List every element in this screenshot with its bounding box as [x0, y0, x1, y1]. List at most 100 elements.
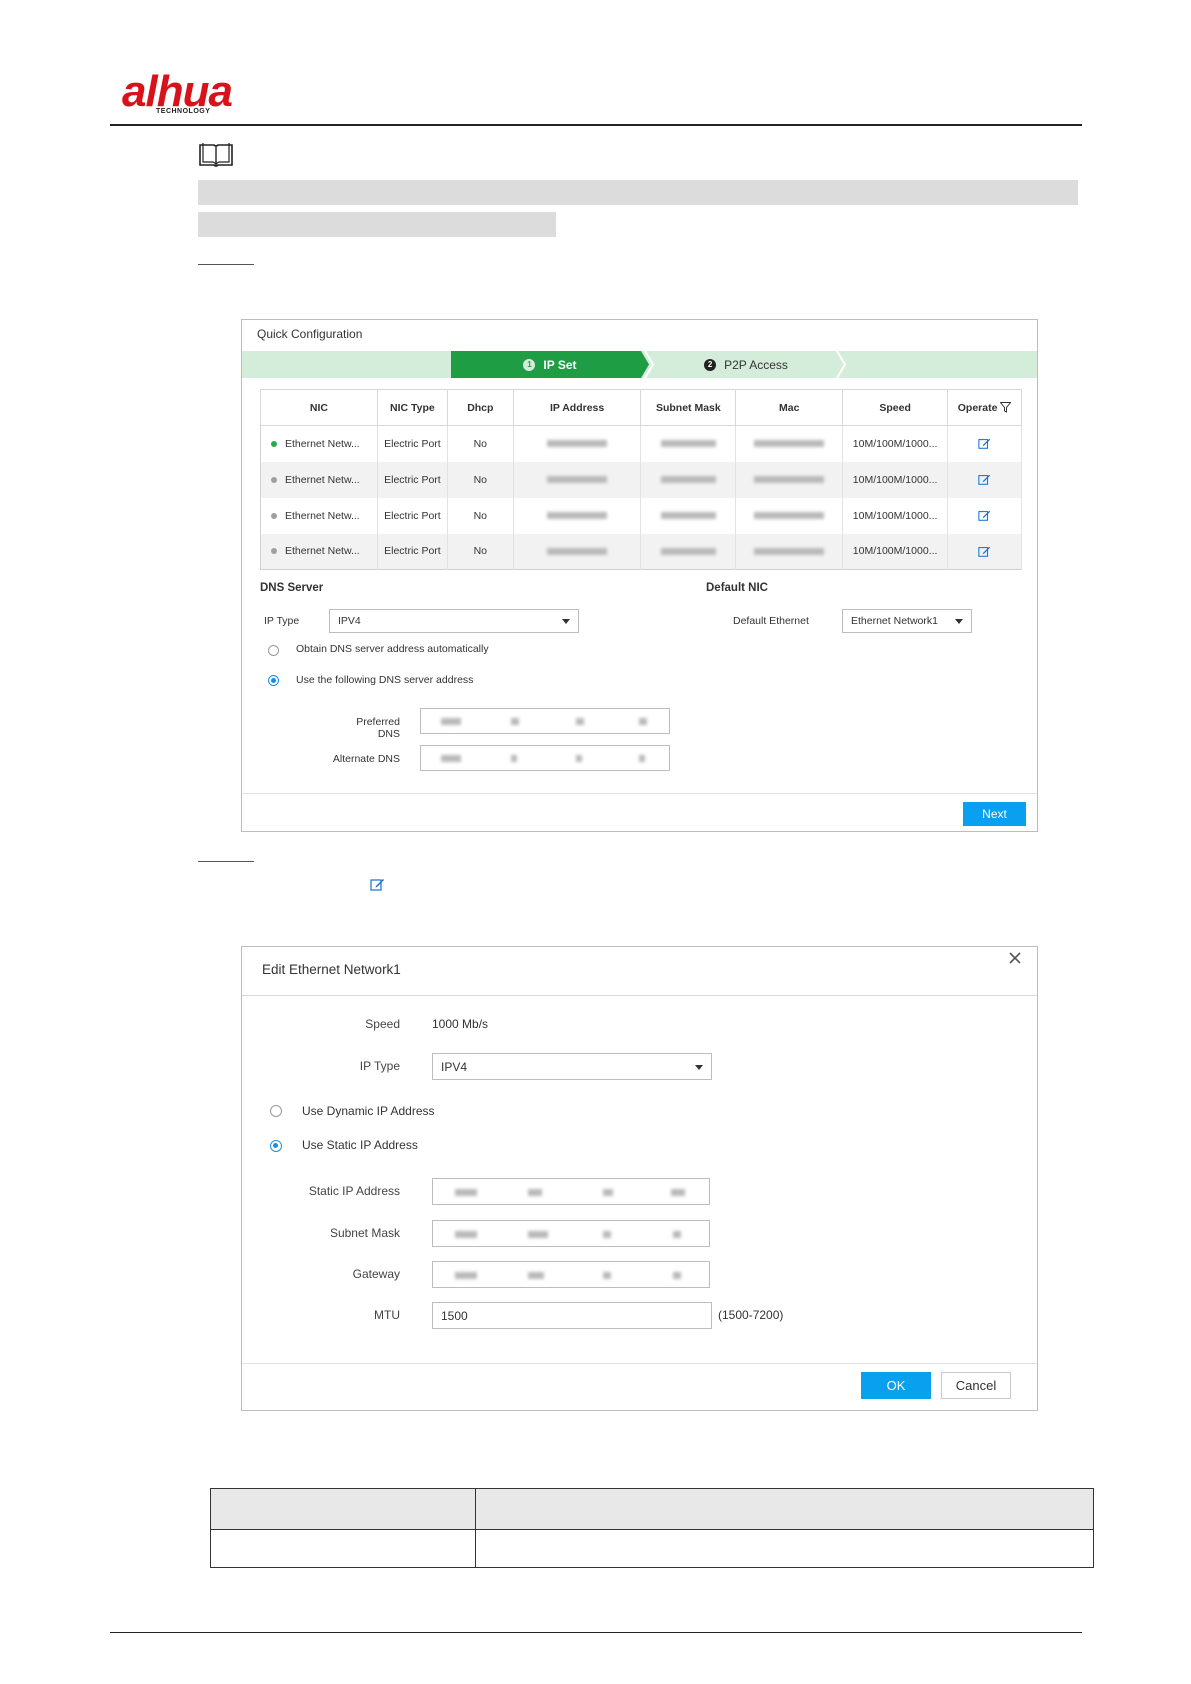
gateway-input[interactable] [432, 1261, 710, 1288]
redacted-value [511, 755, 517, 762]
edit-ethernet-dialog: Edit Ethernet Network1 Speed 1000 Mb/s I… [241, 946, 1038, 1411]
mac-cell [735, 497, 844, 534]
mac-cell [735, 425, 844, 462]
dynamic-ip-label[interactable]: Use Dynamic IP Address [302, 1104, 435, 1118]
nic-type-cell: Electric Port [377, 533, 448, 570]
mac-cell [735, 533, 844, 570]
edit-icon[interactable] [978, 437, 991, 450]
edit-icon [370, 879, 384, 891]
static-ip-radio[interactable] [270, 1140, 282, 1152]
cancel-button[interactable]: Cancel [941, 1372, 1011, 1399]
step-marker [198, 861, 254, 862]
column-header[interactable]: Dhcp [446, 389, 514, 426]
dns-ip-type-select[interactable]: IPV4 [329, 609, 579, 633]
alternate-dns-input[interactable] [420, 745, 670, 771]
operate-cell [947, 533, 1022, 570]
select-value: IPV4 [338, 615, 361, 627]
redacted-value [673, 1272, 681, 1279]
close-icon[interactable] [1009, 952, 1021, 964]
footer-rule [110, 1632, 1082, 1633]
nic-name: Ethernet Netw... [285, 545, 360, 558]
column-header-operate[interactable]: Operate [947, 389, 1022, 426]
edit-icon[interactable] [978, 509, 991, 522]
book-icon [199, 143, 233, 167]
subnet-mask-cell [640, 497, 737, 534]
obtain-dns-auto-radio[interactable] [268, 645, 279, 656]
select-value: IPV4 [441, 1059, 468, 1074]
redacted-value [639, 755, 645, 762]
speed-label: Speed [365, 1017, 400, 1031]
table-row[interactable]: Ethernet Netw... Electric Port No 10M/100M/… [260, 497, 1022, 534]
redacted-value [511, 718, 519, 725]
speed-cell: 10M/100M/1000... [842, 461, 949, 498]
static-ip-label[interactable]: Use Static IP Address [302, 1138, 418, 1152]
operate-cell [947, 497, 1022, 534]
mtu-range: (1500-7200) [718, 1308, 784, 1322]
table-row[interactable]: Ethernet Netw... Electric Port No 10M/100M/… [260, 461, 1022, 498]
table-row[interactable]: Ethernet Netw... Electric Port No 10M/100M/… [260, 533, 1022, 570]
subnet-mask-input[interactable] [432, 1220, 710, 1247]
preferred-dns-input[interactable] [420, 708, 670, 734]
dhcp-cell: No [447, 497, 514, 534]
redacted-value [576, 718, 584, 725]
use-following-dns-radio[interactable] [268, 675, 279, 686]
step-p2p-access[interactable]: 2 P2P Access [651, 351, 841, 378]
ip-address-cell [513, 425, 642, 462]
ok-button[interactable]: OK [861, 1372, 931, 1399]
table-header-row [210, 1488, 1094, 1530]
table-row[interactable]: Ethernet Netw... Electric Port No 10M/100M/… [260, 425, 1022, 462]
speed-cell: 10M/100M/1000... [842, 497, 949, 534]
edit-icon[interactable] [978, 545, 991, 558]
parameter-table [210, 1488, 1094, 1568]
table-row [210, 1529, 1094, 1568]
nic-cell: Ethernet Netw... [260, 497, 378, 534]
nic-cell: Ethernet Netw... [260, 461, 378, 498]
dhcp-cell: No [447, 461, 514, 498]
redacted-value [603, 1272, 611, 1279]
nic-cell: Ethernet Netw... [260, 425, 378, 462]
filter-icon[interactable] [999, 402, 1012, 414]
table-cell [475, 1529, 1094, 1568]
status-dot-icon [271, 476, 277, 483]
redacted-value [528, 1189, 542, 1196]
column-header[interactable]: Mac [735, 389, 844, 426]
gateway-label: Gateway [352, 1267, 400, 1281]
nic-cell: Ethernet Netw... [260, 533, 378, 570]
mtu-value: 1500 [441, 1308, 468, 1323]
step-chevron-icon [836, 351, 847, 378]
step-ip-set[interactable]: 1 IP Set [451, 351, 649, 378]
nic-name: Ethernet Netw... [285, 437, 360, 450]
dhcp-cell: No [447, 533, 514, 570]
edit-ip-type-select[interactable]: IPV4 [432, 1053, 712, 1080]
obtain-dns-auto-label[interactable]: Obtain DNS server address automatically [296, 643, 489, 655]
static-ip-address-input[interactable] [432, 1178, 710, 1205]
column-header[interactable]: NIC Type [376, 389, 448, 426]
redacted-value [754, 440, 825, 448]
header-rule [110, 124, 1082, 126]
column-header[interactable]: Speed [842, 389, 949, 426]
redacted-value [455, 1272, 477, 1279]
chevron-down-icon [955, 619, 963, 624]
speed-cell: 10M/100M/1000... [842, 533, 949, 570]
next-button[interactable]: Next [963, 802, 1026, 826]
default-nic-heading: Default NIC [706, 582, 768, 594]
dns-server-heading: DNS Server [260, 582, 324, 594]
use-following-dns-label[interactable]: Use the following DNS server address [296, 674, 473, 686]
column-header[interactable]: NIC [260, 389, 378, 426]
column-header[interactable]: IP Address [512, 389, 642, 426]
default-ethernet-select[interactable]: Ethernet Network1 [842, 609, 972, 633]
ip-type-label: IP Type [264, 615, 300, 627]
edit-icon[interactable] [978, 473, 991, 486]
redacted-value [660, 512, 716, 520]
nic-name: Ethernet Netw... [285, 473, 360, 486]
static-ip-address-label: Static IP Address [308, 1184, 400, 1198]
dynamic-ip-radio[interactable] [270, 1105, 282, 1117]
mtu-input[interactable]: 1500 [432, 1302, 712, 1329]
redacted-value [547, 476, 608, 484]
subnet-mask-cell [640, 425, 737, 462]
column-header[interactable]: Subnet Mask [640, 389, 737, 426]
redacted-value [671, 1189, 685, 1196]
redacted-bar [198, 180, 1078, 205]
ip-type-label: IP Type [359, 1059, 400, 1073]
redacted-value [576, 755, 582, 762]
